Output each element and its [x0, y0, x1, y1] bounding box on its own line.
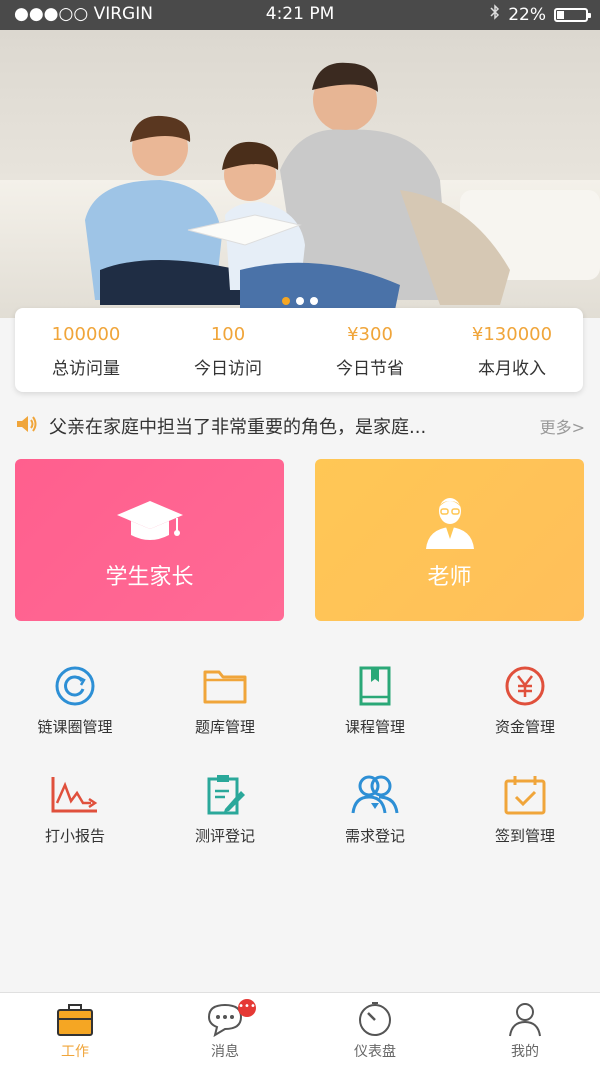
bluetooth-icon: [490, 4, 500, 25]
tab-dashboard[interactable]: 仪表盘: [300, 993, 450, 1068]
briefcase-icon: [0, 1001, 150, 1041]
teacher-icon: [315, 497, 584, 553]
bottom-tab-bar: 工作 ••• 消息 仪表盘 我的: [0, 992, 600, 1068]
stat-label: 今日访问: [194, 359, 262, 379]
stat-value: ¥130000: [471, 324, 553, 345]
grid-item-label: 测评登记: [194, 827, 255, 845]
tab-label: 仪表盘: [354, 1044, 396, 1060]
tab-messages[interactable]: ••• 消息: [150, 993, 300, 1068]
chat-icon: [150, 1001, 300, 1041]
grid-item-checkin[interactable]: 签到管理: [450, 773, 600, 873]
stat-today-visits[interactable]: 100 今日访问: [157, 308, 299, 392]
battery-percent: 22%: [508, 4, 546, 25]
status-bar: ●●●○○ VIRGIN 4:21 PM 22%: [0, 0, 600, 30]
stat-label: 总访问量: [52, 359, 120, 379]
tab-work[interactable]: 工作: [0, 993, 150, 1068]
user-icon: [450, 1001, 600, 1041]
refresh-circle-icon: [0, 664, 150, 708]
grid-item-label: 签到管理: [494, 827, 555, 845]
stat-value: ¥300: [347, 324, 393, 345]
grid-item-assessment[interactable]: 测评登记: [150, 773, 300, 873]
stats-card: 100000 总访问量 100 今日访问 ¥300 今日节省 ¥130000 本…: [15, 308, 583, 392]
unread-badge: •••: [238, 999, 256, 1017]
parent-role-label: 学生家长: [105, 565, 194, 590]
parent-role-card[interactable]: 学生家长: [15, 459, 284, 621]
speaker-icon: [15, 413, 39, 439]
tab-profile[interactable]: 我的: [450, 993, 600, 1068]
chart-pulse-icon: [0, 773, 150, 817]
notice-bar[interactable]: 父亲在家庭中担当了非常重要的角色，是家庭... 更多>: [15, 410, 585, 442]
users-icon: [300, 773, 450, 817]
stat-value: 100: [210, 324, 246, 345]
grid-item-label: 打小报告: [44, 827, 105, 845]
grid-item-label: 课程管理: [344, 718, 405, 736]
notice-text[interactable]: 父亲在家庭中担当了非常重要的角色，是家庭...: [49, 413, 540, 439]
carousel-dot[interactable]: [282, 297, 290, 305]
yen-circle-icon: [450, 664, 600, 708]
grid-item-label: 资金管理: [494, 718, 555, 736]
stat-value: 100000: [51, 324, 121, 345]
clipboard-edit-icon: [150, 773, 300, 817]
carousel-dot[interactable]: [296, 297, 304, 305]
tab-label: 工作: [61, 1044, 89, 1060]
grid-item-label: 题库管理: [194, 718, 255, 736]
grid-item-funds[interactable]: 资金管理: [450, 664, 600, 764]
battery-icon: [554, 7, 591, 22]
grid-item-label: 链课圈管理: [37, 718, 113, 736]
tab-label: 消息: [211, 1044, 239, 1060]
grid-item-question-bank[interactable]: 题库管理: [150, 664, 300, 764]
stat-label: 本月收入: [478, 359, 546, 379]
status-right: 22%: [490, 4, 591, 25]
banner-carousel[interactable]: [0, 30, 600, 318]
grid-item-report[interactable]: 打小报告: [0, 773, 150, 873]
stat-today-savings[interactable]: ¥300 今日节省: [299, 308, 441, 392]
more-link[interactable]: 更多>: [540, 414, 585, 438]
tab-label: 我的: [511, 1044, 539, 1060]
grid-item-demand[interactable]: 需求登记: [300, 773, 450, 873]
stat-month-income[interactable]: ¥130000 本月收入: [441, 308, 583, 392]
stat-total-visits[interactable]: 100000 总访问量: [15, 308, 157, 392]
book-icon: [300, 664, 450, 708]
grid-item-course[interactable]: 课程管理: [300, 664, 450, 764]
carousel-dot[interactable]: [310, 297, 318, 305]
dashboard-icon: [300, 1001, 450, 1041]
grid-item-label: 需求登记: [344, 827, 405, 845]
carousel-indicator[interactable]: [0, 290, 600, 309]
family-photo: [85, 62, 510, 310]
calendar-check-icon: [450, 773, 600, 817]
graduation-cap-icon: [15, 497, 284, 549]
teacher-role-card[interactable]: 老师: [315, 459, 584, 621]
stat-label: 今日节省: [336, 359, 404, 379]
grid-item-course-circle[interactable]: 链课圈管理: [0, 664, 150, 764]
teacher-role-label: 老师: [427, 565, 472, 590]
folder-icon: [150, 664, 300, 708]
